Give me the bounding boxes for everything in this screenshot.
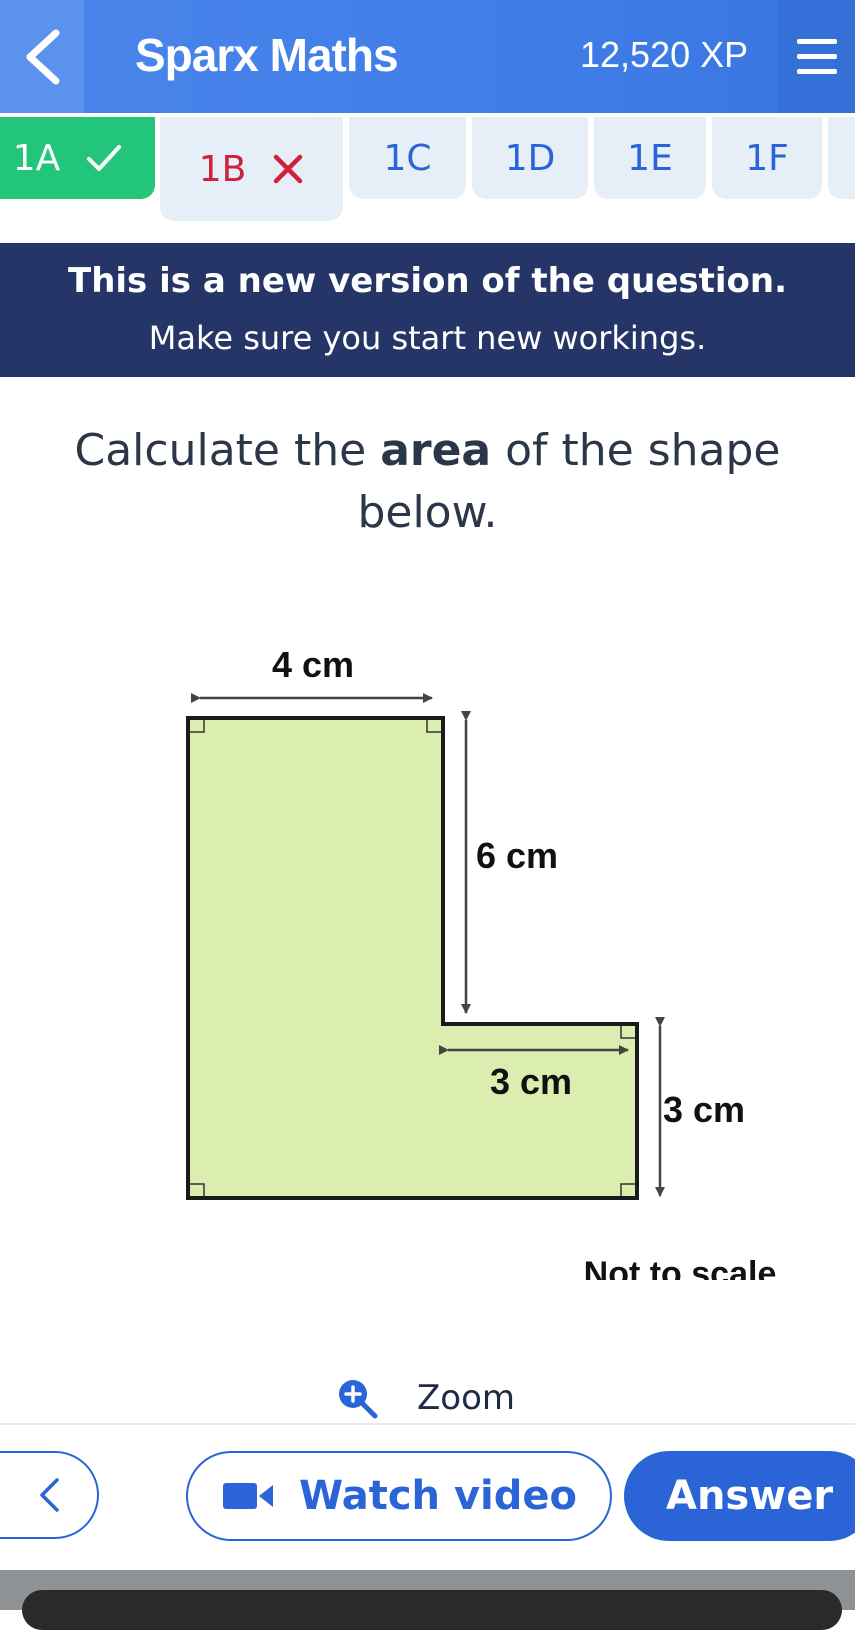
banner-line-2: Make sure you start new workings. — [148, 319, 707, 357]
menu-button[interactable] — [778, 0, 855, 113]
tab-1c[interactable]: 1C — [349, 117, 466, 199]
tab-label: 1A — [12, 137, 61, 179]
question-text: Calculate the area of the shape below. — [30, 420, 825, 544]
question-emphasis: area — [380, 425, 492, 476]
tab-label: 1C — [383, 137, 432, 179]
zoom-button[interactable]: Zoom — [335, 1373, 515, 1423]
question-tabs: 1A 1B 1C 1D 1E 1F — [0, 113, 855, 223]
answer-button[interactable]: Answer — [624, 1451, 855, 1541]
tab-next-partial[interactable] — [828, 117, 855, 199]
question-text-start: Calculate the — [74, 425, 381, 476]
tab-label: 1D — [504, 137, 556, 179]
check-icon — [86, 143, 122, 173]
upper-height-label: 6 cm — [476, 835, 558, 876]
new-version-banner: This is a new version of the question. M… — [0, 243, 855, 377]
step-width-label: 3 cm — [490, 1061, 572, 1102]
video-camera-icon — [223, 1483, 274, 1509]
tab-label: 1B — [198, 148, 247, 190]
answer-label: Answer — [666, 1473, 834, 1519]
tab-1d[interactable]: 1D — [472, 117, 588, 199]
zoom-in-icon — [339, 1380, 378, 1419]
tab-label: 1E — [627, 137, 673, 179]
xp-counter: 12,520 XP — [580, 34, 749, 75]
shape-diagram: 4 cm 6 cm 3 cm 3 cm Not to scale — [0, 640, 855, 1293]
app-title: Sparx Maths — [135, 29, 399, 81]
top-width-label: 4 cm — [272, 644, 354, 685]
hamburger-icon — [796, 38, 837, 74]
chevron-left-icon — [39, 1478, 59, 1512]
header-back-button[interactable] — [0, 0, 84, 113]
l-shape — [186, 716, 639, 1200]
bottom-divider — [0, 1423, 855, 1425]
cross-icon — [272, 153, 304, 185]
tab-1f[interactable]: 1F — [712, 117, 822, 199]
tab-label: 1F — [745, 137, 789, 179]
banner-line-1: This is a new version of the question. — [68, 261, 787, 301]
top-header: Sparx Maths 12,520 XP — [0, 0, 855, 113]
tab-1b[interactable]: 1B — [160, 117, 343, 221]
tab-1a[interactable]: 1A — [0, 117, 155, 199]
previous-button[interactable] — [0, 1451, 99, 1539]
l-shape-figure: 4 cm 6 cm 3 cm 3 cm Not to scale — [186, 644, 777, 1293]
chevron-left-icon — [26, 29, 60, 84]
zoom-label: Zoom — [417, 1378, 516, 1418]
watch-video-button[interactable]: Watch video — [186, 1451, 612, 1541]
step-height-label: 3 cm — [663, 1089, 745, 1130]
watch-video-label: Watch video — [299, 1473, 577, 1519]
home-indicator — [22, 1590, 842, 1630]
tab-1e[interactable]: 1E — [594, 117, 706, 199]
not-to-scale-note: Not to scale — [584, 1255, 777, 1280]
